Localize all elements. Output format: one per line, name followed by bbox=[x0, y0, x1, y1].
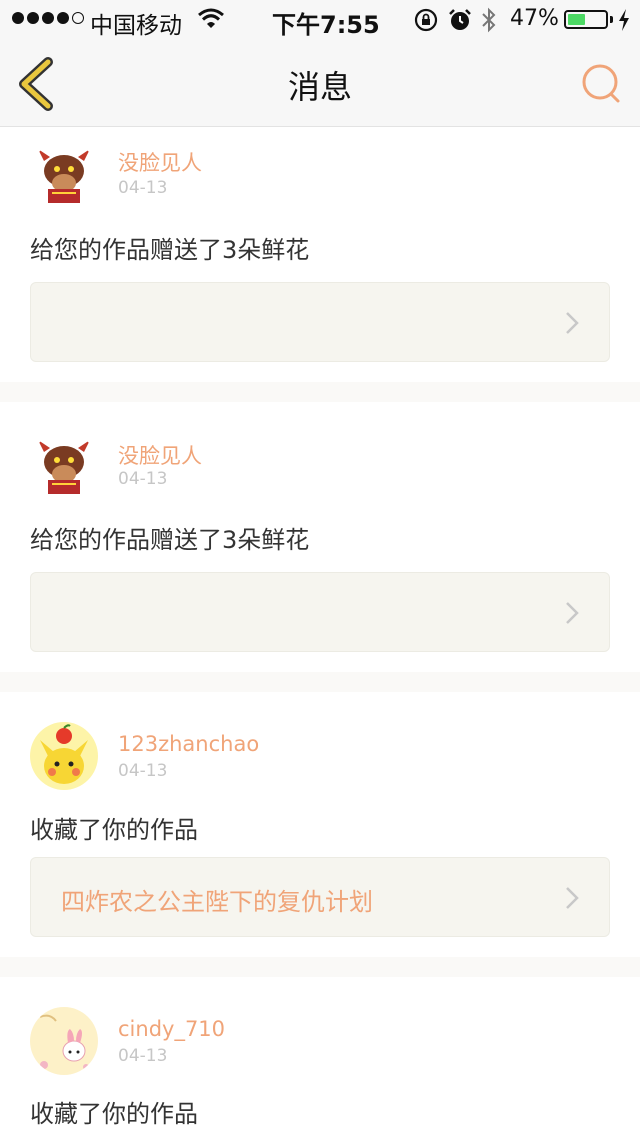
sender-name[interactable]: 没脸见人 bbox=[118, 147, 202, 177]
battery-tip bbox=[610, 16, 613, 23]
chevron-right-icon bbox=[566, 602, 579, 624]
work-link[interactable] bbox=[30, 282, 610, 362]
message-date: 04-13 bbox=[118, 1046, 168, 1066]
work-link[interactable]: 四炸农之公主陛下的复仇计划 bbox=[30, 857, 610, 937]
bluetooth-icon bbox=[482, 7, 496, 33]
wifi-icon bbox=[198, 8, 224, 28]
message-card: 123zhanchao 04-13 收藏了你的作品 四炸农之公主陛下的复仇计划 bbox=[0, 692, 640, 957]
pikachu-avatar[interactable] bbox=[30, 722, 98, 790]
status-bar: 中国移动 下午7:55 47% bbox=[0, 0, 640, 40]
nav-bar: 消息 bbox=[0, 40, 640, 127]
battery-percent: 47% bbox=[510, 6, 559, 31]
message-card: cindy_710 04-13 收藏了你的作品 bbox=[0, 977, 640, 1136]
message-text: 收藏了你的作品 bbox=[30, 816, 198, 844]
clock-time: 下午7:55 bbox=[272, 11, 380, 39]
charging-bolt-icon bbox=[619, 9, 629, 31]
chevron-right-icon bbox=[566, 312, 579, 334]
message-text: 收藏了你的作品 bbox=[30, 1100, 198, 1128]
search-icon[interactable] bbox=[578, 60, 624, 106]
sender-name[interactable]: 没脸见人 bbox=[118, 440, 202, 470]
message-date: 04-13 bbox=[118, 178, 168, 198]
page-title: 消息 bbox=[287, 68, 352, 106]
sender-name[interactable]: cindy_710 bbox=[118, 1017, 225, 1041]
chevron-right-icon bbox=[566, 887, 579, 909]
demon-bull-avatar[interactable] bbox=[30, 432, 98, 500]
sender-name[interactable]: 123zhanchao bbox=[118, 732, 259, 756]
demon-bull-avatar[interactable] bbox=[30, 141, 98, 209]
rotation-lock-icon bbox=[414, 8, 438, 32]
message-date: 04-13 bbox=[118, 761, 168, 781]
work-link[interactable] bbox=[30, 572, 610, 652]
battery-icon bbox=[564, 10, 608, 29]
signal-strength-icon bbox=[12, 12, 84, 24]
carrier-name: 中国移动 bbox=[90, 13, 182, 39]
my-melody-avatar[interactable] bbox=[30, 1007, 98, 1075]
message-date: 04-13 bbox=[118, 469, 168, 489]
message-text: 给您的作品赠送了3朵鲜花 bbox=[30, 526, 310, 554]
battery-level-fill bbox=[568, 14, 585, 25]
message-text: 给您的作品赠送了3朵鲜花 bbox=[30, 236, 310, 264]
message-card: 没脸见人 04-13 给您的作品赠送了3朵鲜花 bbox=[0, 127, 640, 382]
work-title: 四炸农之公主陛下的复仇计划 bbox=[61, 888, 373, 916]
message-card: 没脸见人 04-13 给您的作品赠送了3朵鲜花 bbox=[0, 402, 640, 672]
alarm-icon bbox=[449, 9, 471, 30]
